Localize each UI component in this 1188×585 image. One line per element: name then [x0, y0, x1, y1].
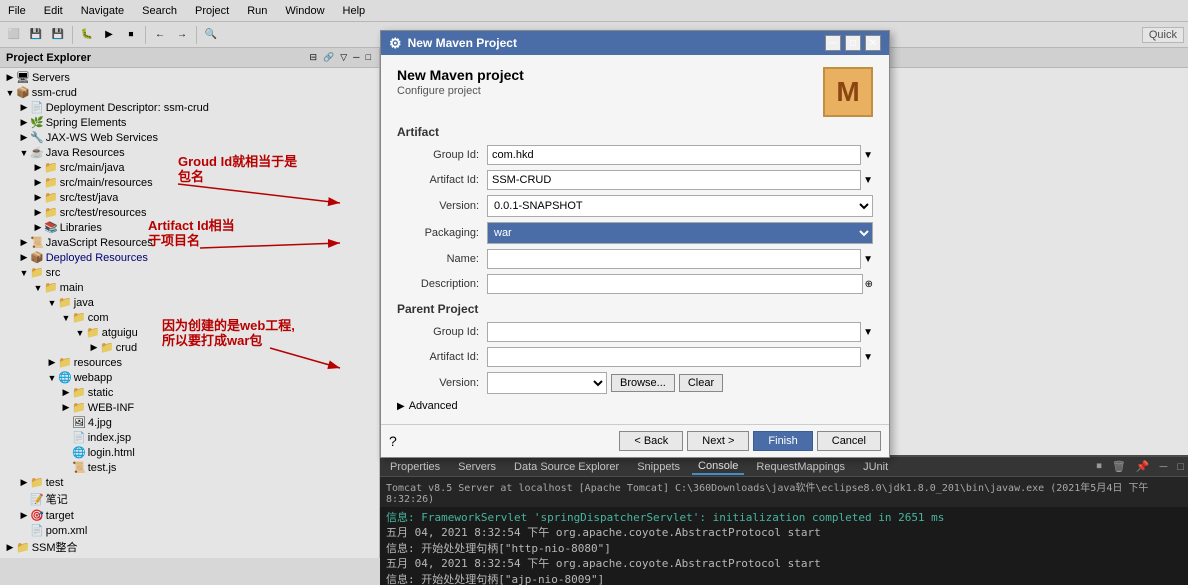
- parent-group-id-dropdown-icon[interactable]: ▼: [863, 327, 873, 338]
- parent-version-select[interactable]: [487, 372, 607, 394]
- description-expand-icon[interactable]: ⊕: [865, 279, 873, 290]
- description-input[interactable]: [487, 274, 863, 294]
- artifact-section-label: Artifact: [397, 125, 873, 139]
- artifact-id-input[interactable]: [487, 170, 861, 190]
- group-id-row: Group Id: ▼: [397, 145, 873, 165]
- parent-artifact-id-input[interactable]: [487, 347, 861, 367]
- artifact-id-dropdown-icon[interactable]: ▼: [863, 175, 873, 186]
- packaging-select[interactable]: war jar pom: [487, 222, 873, 244]
- finish-button[interactable]: Finish: [753, 431, 812, 451]
- name-label: Name:: [397, 253, 487, 265]
- dialog-heading: New Maven project: [397, 67, 524, 83]
- dialog-controls: ─ □ ✕: [825, 35, 881, 51]
- dialog-subheading: Configure project: [397, 85, 524, 97]
- dialog-titlebar: ⚙ New Maven Project ─ □ ✕: [381, 31, 889, 55]
- next-button[interactable]: Next >: [687, 431, 749, 451]
- dialog-title-left: ⚙ New Maven Project: [389, 35, 517, 52]
- packaging-label: Packaging:: [397, 227, 487, 239]
- name-dropdown-icon[interactable]: ▼: [863, 254, 873, 265]
- version-select[interactable]: 0.0.1-SNAPSHOT: [487, 195, 873, 217]
- parent-artifact-id-dropdown-icon[interactable]: ▼: [863, 352, 873, 363]
- version-row: Version: 0.0.1-SNAPSHOT: [397, 195, 873, 217]
- description-label: Description:: [397, 278, 487, 290]
- name-row: Name: ▼: [397, 249, 873, 269]
- browse-button[interactable]: Browse...: [611, 374, 675, 392]
- footer-buttons: < Back Next > Finish Cancel: [619, 431, 881, 451]
- parent-group-id-input[interactable]: [487, 322, 861, 342]
- dialog-title-text: New Maven Project: [408, 36, 517, 50]
- dialog-footer: ? < Back Next > Finish Cancel: [381, 424, 889, 457]
- dialog-overlay: ⚙ New Maven Project ─ □ ✕ New Maven proj…: [0, 0, 1188, 585]
- maven-logo-letter: M: [836, 76, 859, 108]
- packaging-row: Packaging: war jar pom: [397, 222, 873, 244]
- parent-artifact-id-row: Artifact Id: ▼: [397, 347, 873, 367]
- dialog-maven-icon: ⚙: [389, 35, 402, 52]
- description-row: Description: ⊕: [397, 274, 873, 294]
- dialog-body: New Maven project Configure project M Ar…: [381, 55, 889, 424]
- advanced-row[interactable]: ▶ Advanced: [397, 400, 873, 412]
- group-id-label: Group Id:: [397, 149, 487, 161]
- parent-version-label: Version:: [397, 377, 487, 389]
- parent-artifact-id-label: Artifact Id:: [397, 351, 487, 363]
- help-button[interactable]: ?: [389, 433, 397, 449]
- dialog-maximize-btn[interactable]: □: [845, 35, 861, 51]
- maven-dialog: ⚙ New Maven Project ─ □ ✕ New Maven proj…: [380, 30, 890, 458]
- back-button[interactable]: < Back: [619, 431, 683, 451]
- dialog-maven-logo: M: [823, 67, 873, 117]
- parent-group-id-row: Group Id: ▼: [397, 322, 873, 342]
- parent-section-label: Parent Project: [397, 302, 873, 316]
- parent-group-id-label: Group Id:: [397, 326, 487, 338]
- advanced-arrow-icon: ▶: [397, 401, 405, 412]
- dialog-close-btn[interactable]: ✕: [865, 35, 881, 51]
- artifact-id-label: Artifact Id:: [397, 174, 487, 186]
- cancel-button[interactable]: Cancel: [817, 431, 881, 451]
- name-input[interactable]: [487, 249, 861, 269]
- dialog-minimize-btn[interactable]: ─: [825, 35, 841, 51]
- artifact-id-row: Artifact Id: ▼: [397, 170, 873, 190]
- group-id-dropdown-icon[interactable]: ▼: [863, 150, 873, 161]
- clear-button[interactable]: Clear: [679, 374, 723, 392]
- parent-version-row: Version: Browse... Clear: [397, 372, 873, 394]
- version-label: Version:: [397, 200, 487, 212]
- advanced-label: Advanced: [409, 400, 458, 412]
- group-id-input[interactable]: [487, 145, 861, 165]
